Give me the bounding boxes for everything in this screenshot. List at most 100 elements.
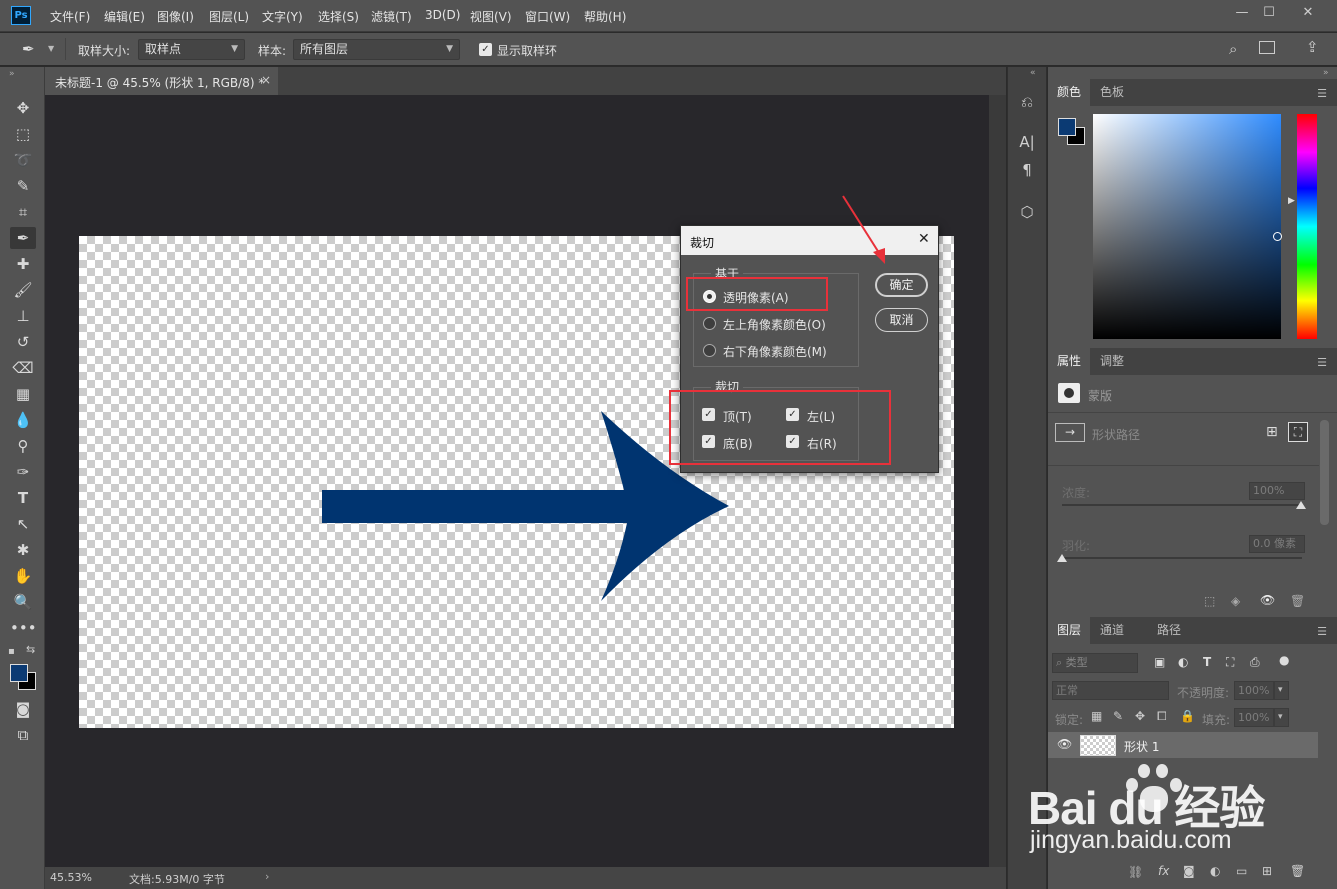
sample-size-select[interactable]: 取样点 ▼ (138, 39, 245, 60)
collapse-toolbar-icon[interactable]: » (9, 69, 15, 79)
chevron-down-icon[interactable]: ▼ (48, 44, 54, 53)
marquee-tool-icon[interactable]: ⬚ (10, 123, 36, 145)
sample-select[interactable]: 所有图层 ▼ (293, 39, 460, 60)
menu-type[interactable]: 文字(Y) (262, 8, 303, 25)
lock-position-icon[interactable]: ✥ (1135, 709, 1145, 723)
color-field[interactable] (1093, 114, 1281, 339)
close-dialog-icon[interactable]: ✕ (918, 231, 930, 247)
select-path-icon[interactable]: ⛶ (1288, 422, 1308, 442)
menu-layer[interactable]: 图层(L) (209, 8, 249, 25)
quick-mask-icon[interactable]: ◙ (10, 698, 36, 720)
menu-select[interactable]: 选择(S) (318, 8, 359, 25)
layer-style-icon[interactable]: fx (1158, 864, 1169, 878)
adjustment-layer-icon[interactable]: ◐ (1210, 864, 1220, 878)
radio-top-left-color[interactable] (703, 317, 716, 330)
lock-artboard-icon[interactable]: ⧠ (1157, 709, 1167, 724)
density-input[interactable]: 100% (1249, 482, 1305, 500)
blend-mode-select[interactable]: 正常 (1052, 681, 1169, 700)
lock-transparent-icon[interactable]: ▦ (1091, 709, 1102, 723)
pen-tool-icon[interactable]: ✑ (10, 461, 36, 483)
gradient-tool-icon[interactable]: ▦ (10, 383, 36, 405)
eyedropper-tool-preset-icon[interactable]: ✒ (22, 40, 35, 58)
quick-selection-tool-icon[interactable]: ✎ (10, 175, 36, 197)
feather-slider-thumb[interactable] (1057, 554, 1067, 562)
eraser-tool-icon[interactable]: ⌫ (10, 357, 36, 379)
filter-type-icon[interactable]: T (1203, 655, 1211, 669)
hand-tool-icon[interactable]: ✋ (10, 565, 36, 587)
radio-bottom-right-color[interactable] (703, 344, 716, 357)
vertical-scrollbar[interactable] (989, 95, 1006, 867)
crop-tool-icon[interactable]: ⌗ (10, 201, 36, 223)
apply-mask-icon[interactable]: ◈ (1231, 594, 1240, 608)
foreground-color-swatch[interactable] (10, 664, 28, 682)
panel-foreground-swatch[interactable] (1058, 118, 1076, 136)
collapse-strip-icon[interactable]: « (1030, 68, 1036, 78)
history-brush-tool-icon[interactable]: ↺ (10, 331, 36, 353)
tab-channels[interactable]: 通道 (1091, 617, 1133, 644)
brush-tool-icon[interactable]: 🖌 (10, 279, 36, 301)
close-window-button[interactable]: ✕ (1296, 4, 1320, 22)
filter-pixel-icon[interactable]: ▣ (1154, 655, 1165, 669)
menu-filter[interactable]: 滤镜(T) (371, 8, 412, 25)
chevron-right-icon[interactable]: › (265, 870, 269, 883)
custom-shape-tool-icon[interactable]: ✱ (10, 539, 36, 561)
character-panel-icon[interactable]: A| (1015, 130, 1039, 154)
path-selection-tool-icon[interactable]: ↖ (10, 513, 36, 535)
hue-slider[interactable] (1297, 114, 1317, 339)
panel-menu-icon[interactable]: ☰ (1317, 356, 1327, 369)
swap-colors-icon[interactable]: ⇆ (26, 643, 35, 656)
add-mask-icon[interactable]: ◙ (1183, 864, 1195, 878)
workspace-icon[interactable] (1259, 41, 1275, 54)
zoom-tool-icon[interactable]: 🔍 (10, 591, 36, 613)
mask-icon[interactable] (1058, 383, 1080, 403)
tab-adjustments[interactable]: 调整 (1091, 348, 1133, 375)
lock-all-icon[interactable]: 🔒 (1180, 709, 1195, 723)
type-tool-icon[interactable]: T (10, 487, 36, 509)
shape-path-icon[interactable]: → (1055, 423, 1085, 442)
close-tab-icon[interactable]: × (261, 73, 271, 87)
add-vector-mask-icon[interactable]: ⊞ (1266, 424, 1278, 440)
tab-layers[interactable]: 图层 (1048, 617, 1091, 644)
new-layer-icon[interactable]: ⊞ (1262, 864, 1272, 878)
filter-shape-icon[interactable]: ⛶ (1226, 655, 1234, 670)
layer-visibility-icon[interactable]: 👁 (1057, 737, 1072, 751)
lock-image-icon[interactable]: ✎ (1113, 709, 1123, 723)
fill-input[interactable]: 100% (1234, 708, 1274, 727)
panel-menu-icon[interactable]: ☰ (1317, 87, 1327, 100)
cancel-button[interactable]: 取消 (875, 308, 928, 332)
density-slider[interactable] (1062, 504, 1302, 506)
more-tools-icon[interactable]: ••• (10, 617, 37, 639)
zoom-level[interactable]: 45.53% (50, 871, 92, 884)
color-picker-cursor[interactable] (1273, 232, 1282, 241)
menu-view[interactable]: 视图(V) (470, 8, 512, 25)
load-selection-icon[interactable]: ⬚ (1204, 594, 1215, 608)
eyedropper-tool-icon[interactable]: ✒ (10, 227, 36, 249)
menu-help[interactable]: 帮助(H) (584, 8, 626, 25)
radio-bottom-right-color-label[interactable]: 右下角像素颜色(M) (723, 343, 827, 360)
layer-thumbnail[interactable] (1080, 735, 1116, 756)
show-ring-checkbox[interactable]: ✓ (479, 43, 492, 56)
tab-swatches[interactable]: 色板 (1091, 79, 1133, 106)
layer-name[interactable]: 形状 1 (1124, 738, 1159, 755)
3d-panel-icon[interactable]: ⬡ (1015, 200, 1039, 224)
ok-button[interactable]: 确定 (875, 273, 928, 297)
arrow-shape[interactable] (322, 411, 729, 601)
menu-edit[interactable]: 编辑(E) (104, 8, 145, 25)
hue-marker-icon[interactable]: ▶ (1288, 196, 1295, 206)
blur-tool-icon[interactable]: 💧 (10, 409, 36, 431)
feather-slider[interactable] (1062, 557, 1302, 559)
radio-top-left-color-label[interactable]: 左上角像素颜色(O) (723, 316, 826, 333)
screen-mode-icon[interactable]: ⧉ (10, 724, 36, 746)
paragraph-panel-icon[interactable]: ¶ (1015, 158, 1039, 182)
filter-toggle-icon[interactable]: ● (1279, 653, 1289, 667)
search-icon[interactable]: ⌕ (1229, 40, 1237, 58)
tab-color[interactable]: 颜色 (1048, 79, 1091, 106)
history-panel-icon[interactable]: ⎌ (1015, 90, 1039, 114)
default-colors-icon[interactable]: ▪ (8, 646, 15, 657)
tab-paths[interactable]: 路径 (1148, 617, 1190, 644)
opacity-input[interactable]: 100% (1234, 681, 1274, 700)
collapse-panels-icon[interactable]: » (1323, 68, 1329, 78)
delete-layer-icon[interactable]: 🗑 (1290, 864, 1305, 878)
feather-input[interactable]: 0.0 像素 (1249, 535, 1305, 553)
menu-file[interactable]: 文件(F) (50, 8, 90, 25)
